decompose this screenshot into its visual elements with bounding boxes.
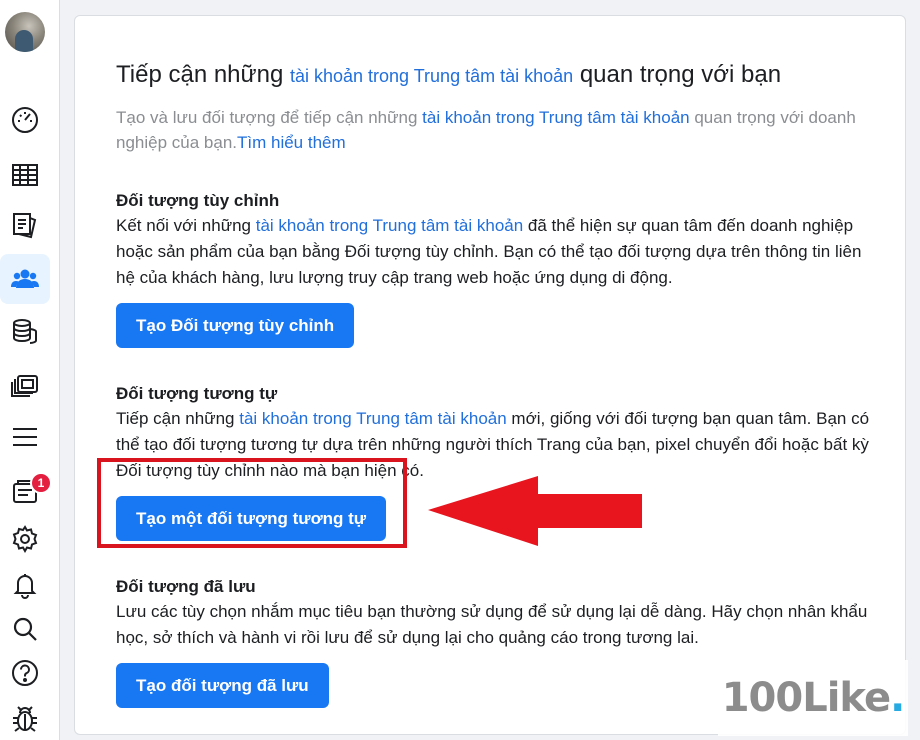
bell-icon[interactable]: [0, 560, 50, 610]
create-custom-audience-button[interactable]: Tạo Đối tượng tùy chỉnh: [116, 303, 355, 348]
pages-icon[interactable]: [0, 200, 50, 250]
accounts-center-link[interactable]: tài khoản trong Trung tâm tài khoản: [239, 409, 506, 428]
media-library-icon[interactable]: [0, 358, 50, 408]
bug-icon[interactable]: [0, 694, 50, 740]
left-nav-rail: 1: [0, 0, 60, 740]
section-title: Đối tượng tùy chỉnh: [116, 191, 280, 210]
section-description: Lưu các tùy chọn nhắm mục tiêu bạn thườn…: [116, 602, 868, 647]
menu-icon[interactable]: [0, 412, 50, 462]
accounts-center-link[interactable]: tài khoản trong Trung tâm tài khoản: [256, 216, 523, 235]
avatar[interactable]: [5, 12, 45, 52]
dashboard-icon[interactable]: [0, 94, 50, 144]
audiences-icon[interactable]: [0, 254, 50, 304]
search-icon[interactable]: [0, 604, 50, 654]
learn-more-link[interactable]: Tìm hiểu thêm: [237, 133, 346, 152]
audience-card: Tiếp cận những tài khoản trong Trung tâm…: [74, 15, 906, 735]
notification-badge: 1: [30, 472, 52, 494]
custom-audience-section: Đối tượng tùy chỉnh Kết nối với những tà…: [116, 189, 876, 348]
section-description: Kết nối với những tài khoản trong Trung …: [116, 216, 862, 287]
database-icon[interactable]: [0, 306, 50, 356]
table-icon[interactable]: [0, 150, 50, 200]
create-saved-audience-button[interactable]: Tạo đối tượng đã lưu: [116, 663, 329, 708]
watermark-logo: 100Like.: [718, 660, 908, 736]
section-title: Đối tượng đã lưu: [116, 577, 256, 596]
settings-icon[interactable]: [0, 514, 50, 564]
accounts-center-link[interactable]: tài khoản trong Trung tâm tài khoản: [422, 108, 689, 127]
annotation-arrow-icon: [428, 476, 642, 546]
page-title: Tiếp cận những tài khoản trong Trung tâm…: [116, 61, 782, 88]
page-description: Tạo và lưu đối tượng để tiếp cận những t…: [116, 108, 856, 152]
section-title: Đối tượng tương tự: [116, 384, 278, 403]
notifications-icon[interactable]: 1: [0, 466, 52, 516]
help-icon[interactable]: [0, 648, 50, 698]
accounts-center-link[interactable]: tài khoản trong Trung tâm tài khoản: [290, 66, 573, 86]
annotation-highlight-box: [97, 458, 407, 548]
